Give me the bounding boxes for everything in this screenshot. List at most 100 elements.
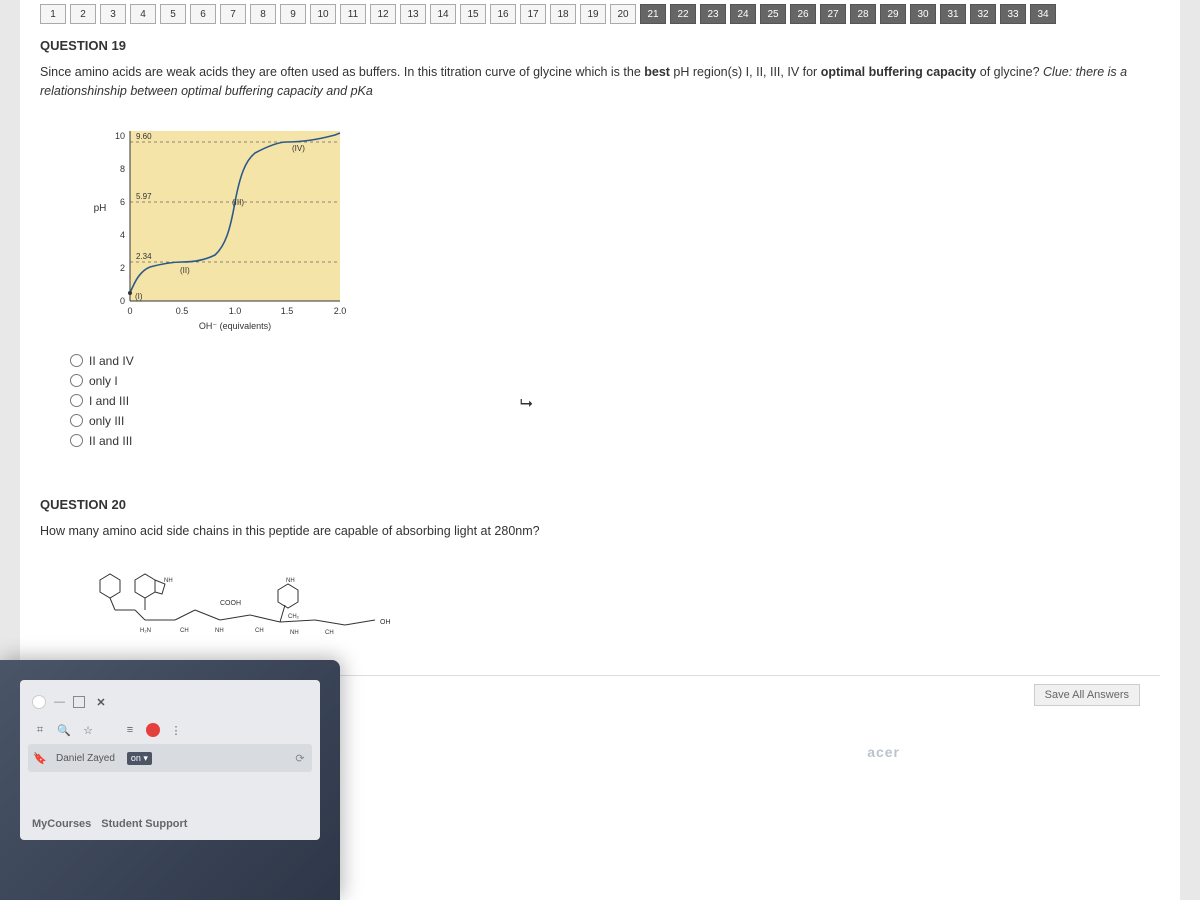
svg-text:5.97: 5.97 [136, 192, 152, 201]
svg-text:2.0: 2.0 [334, 306, 347, 316]
svg-text:0.5: 0.5 [176, 306, 189, 316]
tab-mycourses[interactable]: MyCourses [32, 818, 91, 830]
qnav-item-9[interactable]: 9 [280, 4, 306, 24]
qnav-item-33[interactable]: 33 [1000, 4, 1026, 24]
qnav-item-1[interactable]: 1 [40, 4, 66, 24]
qnav-item-25[interactable]: 25 [760, 4, 786, 24]
radio-d[interactable] [70, 414, 83, 427]
svg-text:pH: pH [94, 203, 107, 214]
question-navigator: 1234567891011121314151617181920212223242… [40, 0, 1160, 32]
tab-student-support[interactable]: Student Support [101, 818, 187, 830]
option-a[interactable]: II and IV [70, 351, 1160, 371]
search-icon[interactable]: 🔍 [56, 722, 72, 738]
list-icon[interactable]: ≡ [122, 722, 138, 738]
option-a-label: II and IV [89, 354, 134, 368]
svg-text:(III): (III) [232, 198, 244, 207]
qnav-item-30[interactable]: 30 [910, 4, 936, 24]
qnav-item-8[interactable]: 8 [250, 4, 276, 24]
bookmark-icon: 🔖 [32, 750, 48, 766]
qnav-item-6[interactable]: 6 [190, 4, 216, 24]
svg-text:10: 10 [115, 131, 125, 141]
svg-text:NH: NH [215, 628, 224, 634]
monitor-brand: acer [867, 744, 900, 760]
star-icon[interactable]: ☆ [80, 722, 96, 738]
question-19-header: QUESTION 19 [40, 32, 1160, 59]
qnav-item-3[interactable]: 3 [100, 4, 126, 24]
svg-text:6: 6 [120, 197, 125, 207]
qnav-item-29[interactable]: 29 [880, 4, 906, 24]
copy-icon[interactable] [73, 696, 85, 708]
radio-b[interactable] [70, 374, 83, 387]
svg-text:0: 0 [127, 306, 132, 316]
qnav-item-23[interactable]: 23 [700, 4, 726, 24]
svg-text:1.0: 1.0 [229, 306, 242, 316]
qnav-item-34[interactable]: 34 [1030, 4, 1056, 24]
svg-text:2: 2 [120, 263, 125, 273]
qnav-item-24[interactable]: 24 [730, 4, 756, 24]
option-c[interactable]: I and III [70, 391, 1160, 411]
qnav-item-22[interactable]: 22 [670, 4, 696, 24]
qnav-item-10[interactable]: 10 [310, 4, 336, 24]
more-icon[interactable]: ⋮ [168, 722, 184, 738]
save-all-answers-button[interactable]: Save All Answers [1034, 684, 1140, 706]
option-d-label: only III [89, 414, 124, 428]
qnav-item-11[interactable]: 11 [340, 4, 366, 24]
radio-a[interactable] [70, 354, 83, 367]
svg-text:0: 0 [120, 296, 125, 306]
qnav-item-17[interactable]: 17 [520, 4, 546, 24]
grid-icon[interactable]: ⌗ [32, 722, 48, 738]
qnav-item-21[interactable]: 21 [640, 4, 666, 24]
svg-text:NH: NH [164, 578, 173, 584]
svg-text:OH: OH [380, 619, 391, 626]
qnav-item-7[interactable]: 7 [220, 4, 246, 24]
qnav-item-32[interactable]: 32 [970, 4, 996, 24]
question-19-text: Since amino acids are weak acids they ar… [40, 59, 1160, 111]
qnav-item-28[interactable]: 28 [850, 4, 876, 24]
option-c-label: I and III [89, 394, 129, 408]
qnav-item-16[interactable]: 16 [490, 4, 516, 24]
option-e[interactable]: II and III [70, 431, 1160, 451]
option-b[interactable]: only I [70, 371, 1160, 391]
svg-text:(II): (II) [180, 266, 190, 275]
qnav-item-2[interactable]: 2 [70, 4, 96, 24]
close-icon[interactable]: ✕ [93, 694, 109, 710]
qnav-item-26[interactable]: 26 [790, 4, 816, 24]
badge: on ▾ [127, 752, 152, 765]
svg-text:2.34: 2.34 [136, 252, 152, 261]
profile-name[interactable]: Daniel Zayed [56, 753, 115, 764]
svg-text:OH⁻ (equivalents): OH⁻ (equivalents) [199, 321, 271, 331]
qnav-item-19[interactable]: 19 [580, 4, 606, 24]
app-icon[interactable] [32, 695, 46, 709]
svg-text:(I): (I) [135, 292, 143, 301]
svg-text:4: 4 [120, 230, 125, 240]
svg-text:COOH: COOH [220, 600, 241, 607]
svg-text:CH: CH [180, 628, 189, 634]
question-20-header: QUESTION 20 [40, 491, 1160, 518]
peptide-structure: NH COOH NH OH H₂N CH NH [80, 560, 1160, 655]
svg-text:9.60: 9.60 [136, 132, 152, 141]
svg-text:NH: NH [286, 578, 295, 584]
qnav-item-18[interactable]: 18 [550, 4, 576, 24]
option-b-label: only I [89, 374, 118, 388]
question-19-options: II and IV only I I and III only III II a… [70, 351, 1160, 451]
radio-c[interactable] [70, 394, 83, 407]
qnav-item-15[interactable]: 15 [460, 4, 486, 24]
svg-text:CH: CH [255, 628, 264, 634]
record-icon[interactable] [146, 723, 160, 737]
qnav-item-20[interactable]: 20 [610, 4, 636, 24]
qnav-item-31[interactable]: 31 [940, 4, 966, 24]
qnav-item-12[interactable]: 12 [370, 4, 396, 24]
titration-chart: 0 2 4 6 8 10 pH 0 0.5 1.0 1.5 2.0 OH⁻ (e… [80, 121, 1160, 341]
qnav-item-5[interactable]: 5 [160, 4, 186, 24]
qnav-item-4[interactable]: 4 [130, 4, 156, 24]
question-20-text: How many amino acid side chains in this … [40, 518, 1160, 551]
svg-text:(IV): (IV) [292, 144, 305, 153]
qnav-item-14[interactable]: 14 [430, 4, 456, 24]
radio-e[interactable] [70, 434, 83, 447]
svg-text:H₂N: H₂N [140, 628, 151, 634]
qnav-item-27[interactable]: 27 [820, 4, 846, 24]
option-d[interactable]: only III [70, 411, 1160, 431]
qnav-item-13[interactable]: 13 [400, 4, 426, 24]
svg-text:CH₂: CH₂ [288, 614, 300, 620]
refresh-icon[interactable]: ⟳ [292, 750, 308, 766]
